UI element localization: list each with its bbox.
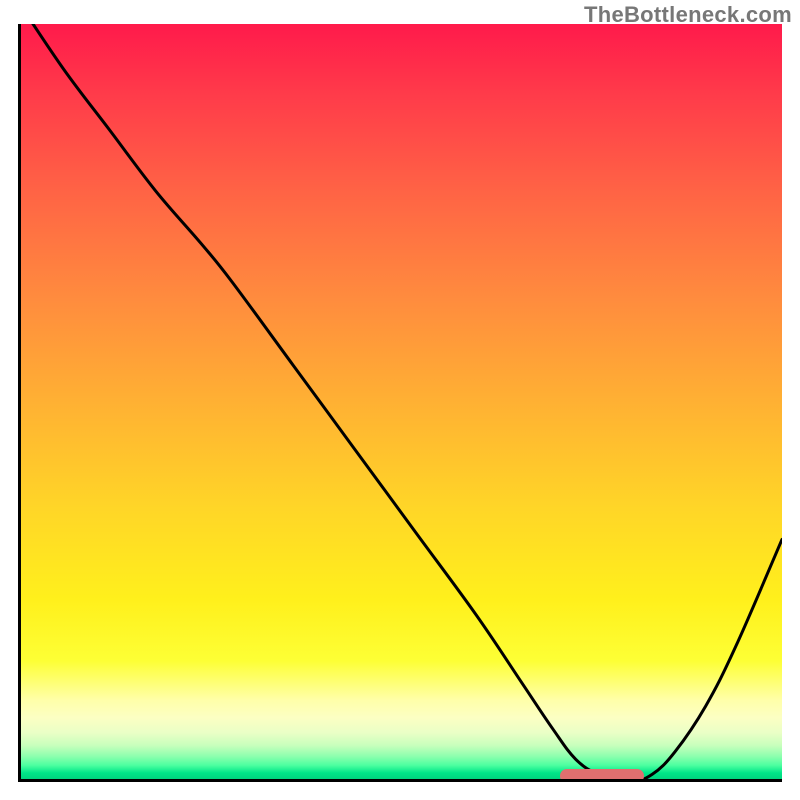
bottleneck-curve-layer	[18, 24, 782, 782]
plot-area	[18, 24, 782, 782]
watermark-text: TheBottleneck.com	[584, 2, 792, 28]
optimal-range-marker	[560, 769, 644, 782]
chart-stage: TheBottleneck.com	[0, 0, 800, 800]
bottleneck-curve	[18, 24, 782, 782]
